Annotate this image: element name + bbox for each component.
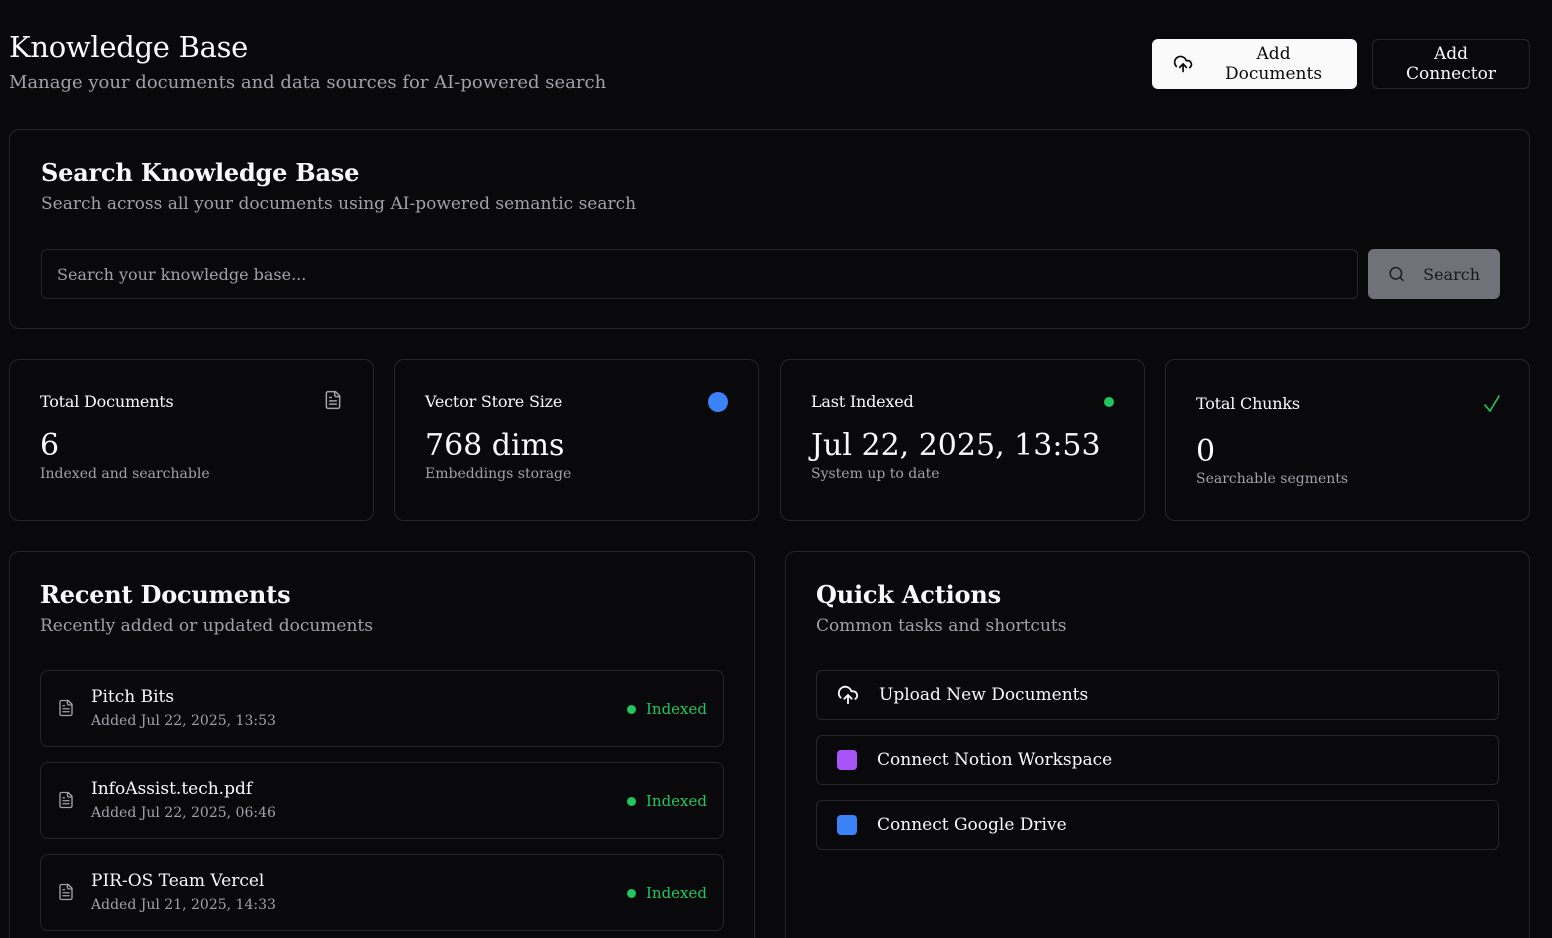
status-label: Indexed bbox=[645, 700, 707, 718]
stat-value: 768 dims bbox=[425, 428, 565, 463]
search-button-label: Search bbox=[1423, 264, 1480, 284]
notion-square-icon bbox=[837, 750, 857, 770]
recent-documents-title: Recent Documents bbox=[40, 580, 291, 609]
header-actions: Add Documents Add Connector bbox=[1152, 39, 1530, 89]
connect-google-drive-button[interactable]: Connect Google Drive bbox=[816, 800, 1499, 850]
status-badge: Indexed bbox=[626, 700, 707, 718]
document-icon bbox=[59, 699, 73, 717]
upload-new-documents-button[interactable]: Upload New Documents bbox=[816, 670, 1499, 720]
stat-label: Total Chunks bbox=[1196, 394, 1300, 413]
search-input[interactable] bbox=[41, 249, 1358, 299]
search-card-subtitle: Search across all your documents using A… bbox=[41, 194, 637, 214]
blue-dot-icon bbox=[708, 392, 728, 412]
stat-card-last-indexed: Last Indexed Jul 22, 2025, 13:53 System … bbox=[780, 359, 1145, 521]
search-button[interactable]: Search bbox=[1368, 249, 1500, 299]
search-card: Search Knowledge Base Search across all … bbox=[9, 129, 1530, 329]
recent-documents-card: Recent Documents Recently added or updat… bbox=[9, 551, 755, 938]
stat-card-total-chunks: Total Chunks 0 Searchable segments bbox=[1165, 359, 1530, 521]
quick-actions-title: Quick Actions bbox=[816, 580, 1001, 609]
stat-label: Vector Store Size bbox=[425, 392, 563, 411]
status-badge: Indexed bbox=[626, 792, 707, 810]
list-item[interactable]: PIR-OS Team Vercel Added Jul 21, 2025, 1… bbox=[40, 854, 724, 931]
drive-square-icon bbox=[837, 815, 857, 835]
stat-label: Total Documents bbox=[40, 392, 174, 411]
search-icon bbox=[1389, 266, 1404, 282]
status-badge: Indexed bbox=[626, 884, 707, 902]
action-label: Upload New Documents bbox=[879, 685, 1089, 705]
stat-note: System up to date bbox=[811, 466, 940, 482]
status-dot-icon bbox=[626, 796, 636, 806]
stat-value: 0 bbox=[1196, 434, 1216, 469]
status-dot-icon bbox=[626, 704, 636, 714]
add-connector-button[interactable]: Add Connector bbox=[1372, 39, 1530, 89]
quick-actions-card: Quick Actions Common tasks and shortcuts… bbox=[785, 551, 1530, 938]
green-dot-icon bbox=[1104, 397, 1114, 407]
add-documents-label: Add Documents bbox=[1225, 44, 1323, 84]
document-date: Added Jul 22, 2025, 06:46 bbox=[91, 805, 276, 821]
document-date: Added Jul 22, 2025, 13:53 bbox=[91, 713, 276, 729]
recent-documents-subtitle: Recently added or updated documents bbox=[40, 616, 373, 636]
stat-note: Embeddings storage bbox=[425, 466, 572, 482]
upload-cloud-icon bbox=[837, 685, 858, 705]
check-icon bbox=[1483, 394, 1501, 418]
status-dot-icon bbox=[626, 888, 636, 898]
document-name: Pitch Bits bbox=[91, 687, 175, 707]
list-item[interactable]: InfoAssist.tech.pdf Added Jul 22, 2025, … bbox=[40, 762, 724, 839]
stat-value: 6 bbox=[40, 428, 60, 463]
status-label: Indexed bbox=[645, 792, 707, 810]
document-icon bbox=[323, 390, 343, 414]
list-item[interactable]: Pitch Bits Added Jul 22, 2025, 13:53 Ind… bbox=[40, 670, 724, 747]
connect-notion-button[interactable]: Connect Notion Workspace bbox=[816, 735, 1499, 785]
stat-label: Last Indexed bbox=[811, 392, 914, 411]
search-card-title: Search Knowledge Base bbox=[41, 158, 360, 187]
stat-card-total-documents: Total Documents 6 Indexed and searchable bbox=[9, 359, 374, 521]
action-label: Connect Notion Workspace bbox=[877, 750, 1113, 770]
document-name: PIR-OS Team Vercel bbox=[91, 871, 265, 891]
add-connector-label: Add Connector bbox=[1406, 44, 1496, 84]
stat-card-vector-store: Vector Store Size 768 dims Embeddings st… bbox=[394, 359, 759, 521]
status-label: Indexed bbox=[645, 884, 707, 902]
quick-actions-subtitle: Common tasks and shortcuts bbox=[816, 616, 1067, 636]
document-name: InfoAssist.tech.pdf bbox=[91, 779, 253, 799]
upload-cloud-icon bbox=[1173, 55, 1193, 73]
stat-note: Searchable segments bbox=[1196, 471, 1349, 487]
document-date: Added Jul 21, 2025, 14:33 bbox=[91, 897, 276, 913]
action-label: Connect Google Drive bbox=[877, 815, 1067, 835]
page-header: Knowledge Base Manage your documents and… bbox=[9, 30, 1530, 100]
add-documents-button[interactable]: Add Documents bbox=[1152, 39, 1357, 89]
stat-value: Jul 22, 2025, 13:53 bbox=[811, 428, 1101, 463]
stat-note: Indexed and searchable bbox=[40, 466, 210, 482]
document-icon bbox=[59, 883, 73, 901]
document-icon bbox=[59, 791, 73, 809]
